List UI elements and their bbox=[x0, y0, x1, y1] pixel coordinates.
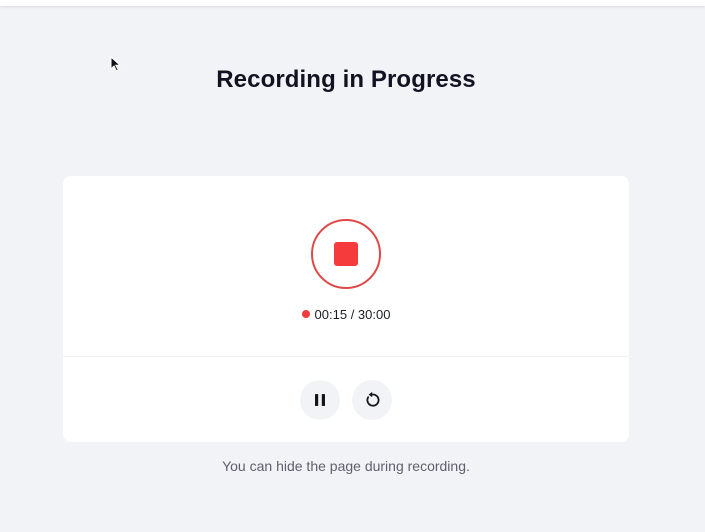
restart-icon bbox=[366, 391, 380, 407]
pause-icon bbox=[315, 394, 325, 406]
recording-indicator-dot bbox=[301, 310, 310, 318]
page-title: Recording in Progress bbox=[216, 66, 476, 93]
pause-button[interactable] bbox=[300, 380, 340, 420]
hint-text: You can hide the page during recording. bbox=[222, 458, 470, 474]
stop-square-icon bbox=[334, 242, 358, 266]
recording-timer: 00:15 / 30:00 bbox=[63, 307, 629, 322]
recorder-card: 00:15 / 30:00 bbox=[63, 176, 629, 442]
recorder-status-section: 00:15 / 30:00 bbox=[63, 176, 629, 357]
restart-button[interactable] bbox=[352, 380, 392, 420]
elapsed-time: 00:15 bbox=[314, 307, 348, 322]
time-limit: 30:00 bbox=[357, 307, 391, 322]
stop-recording-button[interactable] bbox=[311, 219, 381, 289]
top-bar bbox=[0, 0, 705, 6]
timer-separator: / bbox=[347, 307, 358, 322]
recorder-controls bbox=[63, 380, 629, 420]
